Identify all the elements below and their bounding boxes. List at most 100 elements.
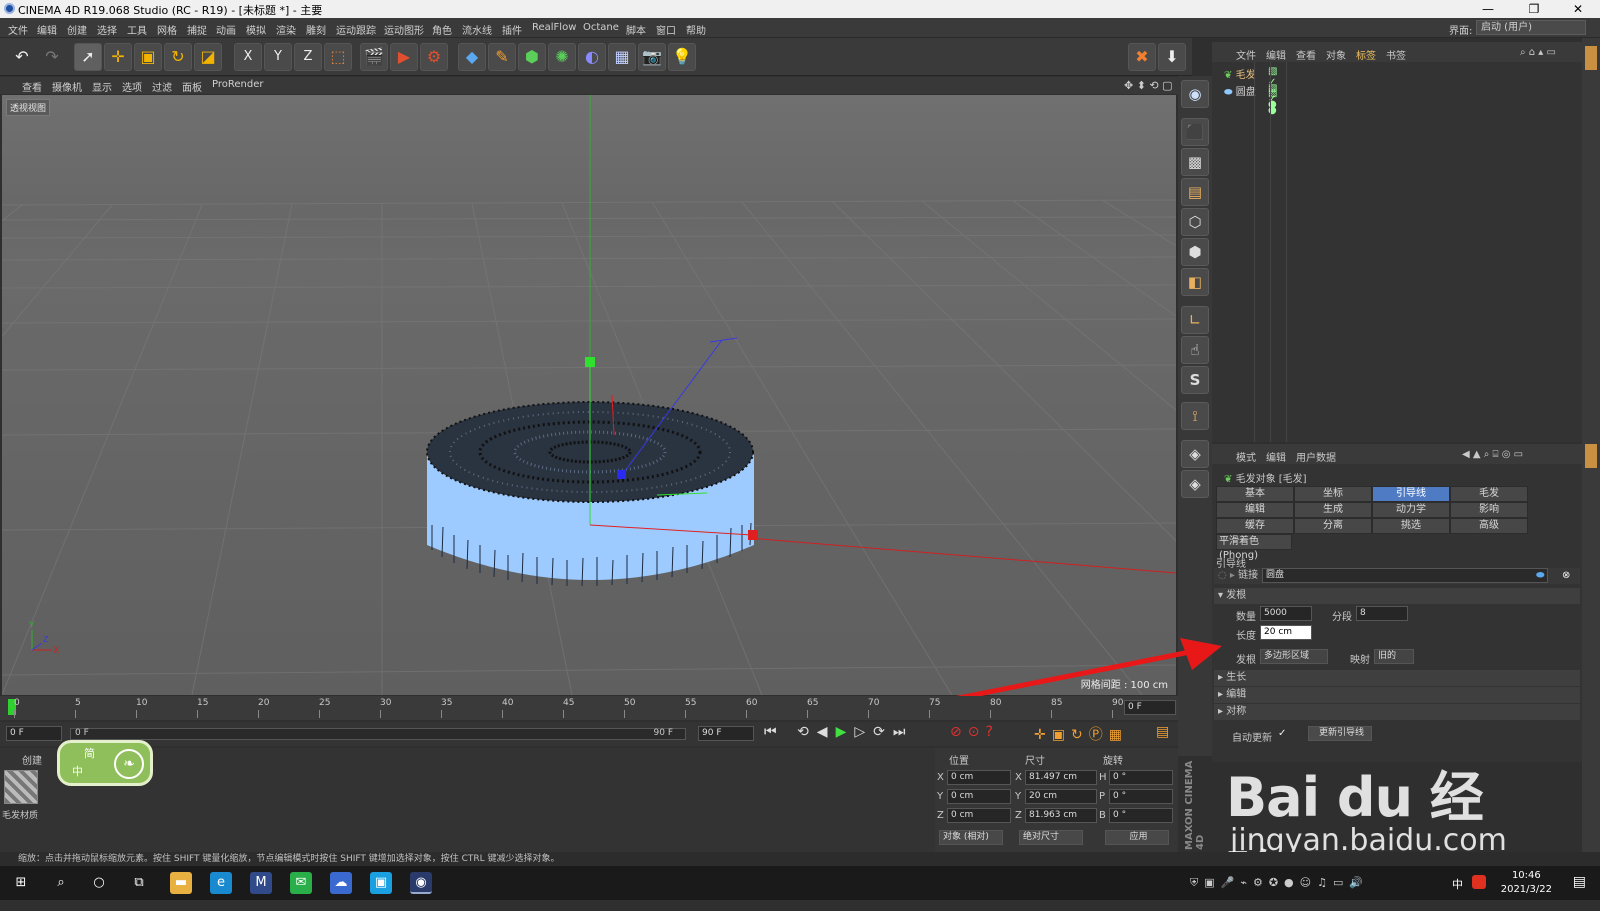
growth-section-header[interactable]: ▸ 生长 xyxy=(1214,670,1580,686)
menu-snap[interactable]: 捕捉 xyxy=(187,22,207,37)
minimize-button[interactable]: — xyxy=(1468,0,1508,18)
playback-controls[interactable]: ⏮ ⟲◀▶▷⟳⏭ xyxy=(764,724,913,740)
menu-plugins[interactable]: 插件 xyxy=(502,22,522,37)
cloner-icon[interactable]: ✺ xyxy=(548,43,576,71)
size-field[interactable]: 20 cm xyxy=(1025,789,1097,804)
side-tab-attributes[interactable] xyxy=(1585,444,1597,468)
size-field[interactable]: 81.497 cm xyxy=(1025,770,1097,785)
undo-icon[interactable]: ↶ xyxy=(8,43,36,71)
menu-create[interactable]: 创建 xyxy=(67,22,87,37)
menu-file[interactable]: 文件 xyxy=(8,22,28,37)
cube-primitive-icon[interactable]: ◆ xyxy=(458,43,486,71)
perspective-viewport[interactable]: Y X Z 透视视图 网格间距 : 100 cm xyxy=(2,95,1176,695)
close-button[interactable]: ✕ xyxy=(1558,0,1598,18)
viewport-menu-options[interactable]: 选项 xyxy=(122,79,142,94)
link-clear-icon[interactable]: ⊗ xyxy=(1562,568,1570,584)
redo-icon[interactable]: ↷ xyxy=(38,43,66,71)
am-menu-mode[interactable]: 模式 xyxy=(1236,449,1256,464)
timeline-ruler[interactable]: 0 5 10 15 20 25 30 35 40 45 50 55 60 65 70 75 80 85 90 0 F xyxy=(0,696,1178,720)
recent-tool-icon[interactable]: ◪ xyxy=(194,43,222,71)
viewport-menu-filter[interactable]: 过滤 xyxy=(152,79,172,94)
notification-icon[interactable]: ▤ xyxy=(1573,874,1586,890)
menu-pipeline[interactable]: 流水线 xyxy=(462,22,492,37)
hair-material-swatch[interactable] xyxy=(4,770,38,804)
file-explorer-icon[interactable]: ▬ xyxy=(170,872,192,894)
link-field[interactable]: 圆盘 xyxy=(1262,568,1548,583)
task-view-icon[interactable]: ⧉ xyxy=(128,872,150,894)
magnet-icon[interactable]: ⟟ xyxy=(1181,402,1209,430)
menu-mesh[interactable]: 网格 xyxy=(157,22,177,37)
menu-character[interactable]: 角色 xyxy=(432,22,452,37)
render-settings-icon[interactable]: ⚙ xyxy=(420,43,448,71)
y-axis-handle[interactable] xyxy=(585,357,595,367)
current-frame-field[interactable]: 0 F xyxy=(1124,700,1176,715)
phong-tab[interactable]: 平滑着色(Phong) xyxy=(1216,534,1292,561)
z-axis-lock-button[interactable]: Z xyxy=(294,43,322,71)
baidu-netdisk-icon[interactable]: ☁ xyxy=(330,872,352,894)
rotate-tool-icon[interactable]: ↻ xyxy=(164,43,192,71)
am-menu-userdata[interactable]: 用户数据 xyxy=(1296,449,1336,464)
coordinate-mode-dropdown[interactable]: 对象 (相对) xyxy=(939,830,1003,845)
rotation-field[interactable]: 0 ° xyxy=(1109,770,1173,785)
menu-edit[interactable]: 编辑 xyxy=(37,22,57,37)
store-icon[interactable]: ▣ xyxy=(370,872,392,894)
scale-tool-icon[interactable]: ▣ xyxy=(134,43,162,71)
texture-mode-icon[interactable]: ▩ xyxy=(1181,148,1209,176)
attr-tab[interactable]: 影响 xyxy=(1450,502,1528,518)
attr-tab[interactable]: 挑选 xyxy=(1372,518,1450,534)
floor-icon[interactable]: ▦ xyxy=(608,43,636,71)
root-dropdown[interactable]: 多边形区域 xyxy=(1260,649,1328,664)
windows-start-icon[interactable]: ⊞ xyxy=(10,872,32,894)
attr-tab[interactable]: 坐标 xyxy=(1294,486,1372,502)
attr-tab[interactable]: 分离 xyxy=(1294,518,1372,534)
side-tab-objects[interactable] xyxy=(1585,46,1597,70)
om-menu-view[interactable]: 查看 xyxy=(1296,47,1316,62)
grid-lock-icon[interactable]: ◈ xyxy=(1181,440,1209,468)
frame-range-slider[interactable]: 0 F 90 F xyxy=(70,728,686,740)
select-tool-icon[interactable]: ➚ xyxy=(74,43,102,71)
menu-render[interactable]: 渲染 xyxy=(276,22,296,37)
position-field[interactable]: 0 cm xyxy=(947,789,1011,804)
search-icon[interactable]: ⌕ xyxy=(50,872,72,894)
menu-motion-tracking[interactable]: 运动跟踪 xyxy=(336,22,376,37)
menu-mograph[interactable]: 运动图形 xyxy=(384,22,424,37)
om-menu-object[interactable]: 对象 xyxy=(1326,47,1346,62)
object-row-hair[interactable]: ❦ 毛发 ▧ ✓ ▨ ● xyxy=(1224,66,1277,110)
menu-octane[interactable]: Octane xyxy=(583,22,619,33)
ime-indicator[interactable]: 中 xyxy=(1452,876,1463,892)
map-dropdown[interactable]: 旧的 xyxy=(1374,649,1414,664)
ime-badge[interactable]: 简 中 ❧ xyxy=(57,740,153,786)
system-tray-icons[interactable]: ⛨▣🎤⌁⚙✪●☺♫▭🔊 xyxy=(1190,876,1369,890)
points-mode-icon[interactable]: ⬡ xyxy=(1181,208,1209,236)
workplane-mode-icon[interactable]: ▤ xyxy=(1181,178,1209,206)
om-menu-bookmarks[interactable]: 书签 xyxy=(1386,47,1406,62)
menu-sculpt[interactable]: 雕刻 xyxy=(306,22,326,37)
menu-realflow[interactable]: RealFlow xyxy=(532,22,576,33)
count-field[interactable]: 5000 xyxy=(1260,606,1312,621)
light-icon[interactable]: 💡 xyxy=(668,43,696,71)
subdivision-surface-icon[interactable]: ⬢ xyxy=(518,43,546,71)
animate-dot-icon[interactable]: ◌ ▸ xyxy=(1218,570,1235,581)
om-menu-tags[interactable]: 标签 xyxy=(1356,47,1376,62)
hair-root-section-header[interactable]: ▾ 发根 xyxy=(1214,588,1580,604)
edit-section-header[interactable]: ▸ 编辑 xyxy=(1214,687,1580,703)
maximize-button[interactable]: ❐ xyxy=(1514,0,1554,18)
viewport-menu-display[interactable]: 显示 xyxy=(92,79,112,94)
sogou-icon[interactable] xyxy=(1472,875,1486,889)
rotation-field[interactable]: 0 ° xyxy=(1109,808,1173,823)
wechat-icon[interactable]: ✉ xyxy=(290,872,312,894)
workplane-icon[interactable]: ✖ xyxy=(1128,43,1156,71)
snap-icon[interactable]: S xyxy=(1181,366,1209,394)
attr-tab[interactable]: 毛发 xyxy=(1450,486,1528,502)
segments-field[interactable]: 8 xyxy=(1356,606,1408,621)
coordinate-system-icon[interactable]: ⬚ xyxy=(324,43,352,71)
deformer-icon[interactable]: ◐ xyxy=(578,43,606,71)
rotation-field[interactable]: 0 ° xyxy=(1109,789,1173,804)
am-nav-icons[interactable]: ◀ ▲ ⌕ ⌸ ◎ ▭ xyxy=(1462,449,1523,460)
om-menu-file[interactable]: 文件 xyxy=(1236,47,1256,62)
apply-button[interactable]: 应用 xyxy=(1105,830,1169,845)
menu-script[interactable]: 脚本 xyxy=(626,22,646,37)
attr-tab[interactable]: 引导线 xyxy=(1372,486,1450,502)
object-name[interactable]: 圆盘 xyxy=(1236,87,1256,98)
menu-window[interactable]: 窗口 xyxy=(656,22,676,37)
